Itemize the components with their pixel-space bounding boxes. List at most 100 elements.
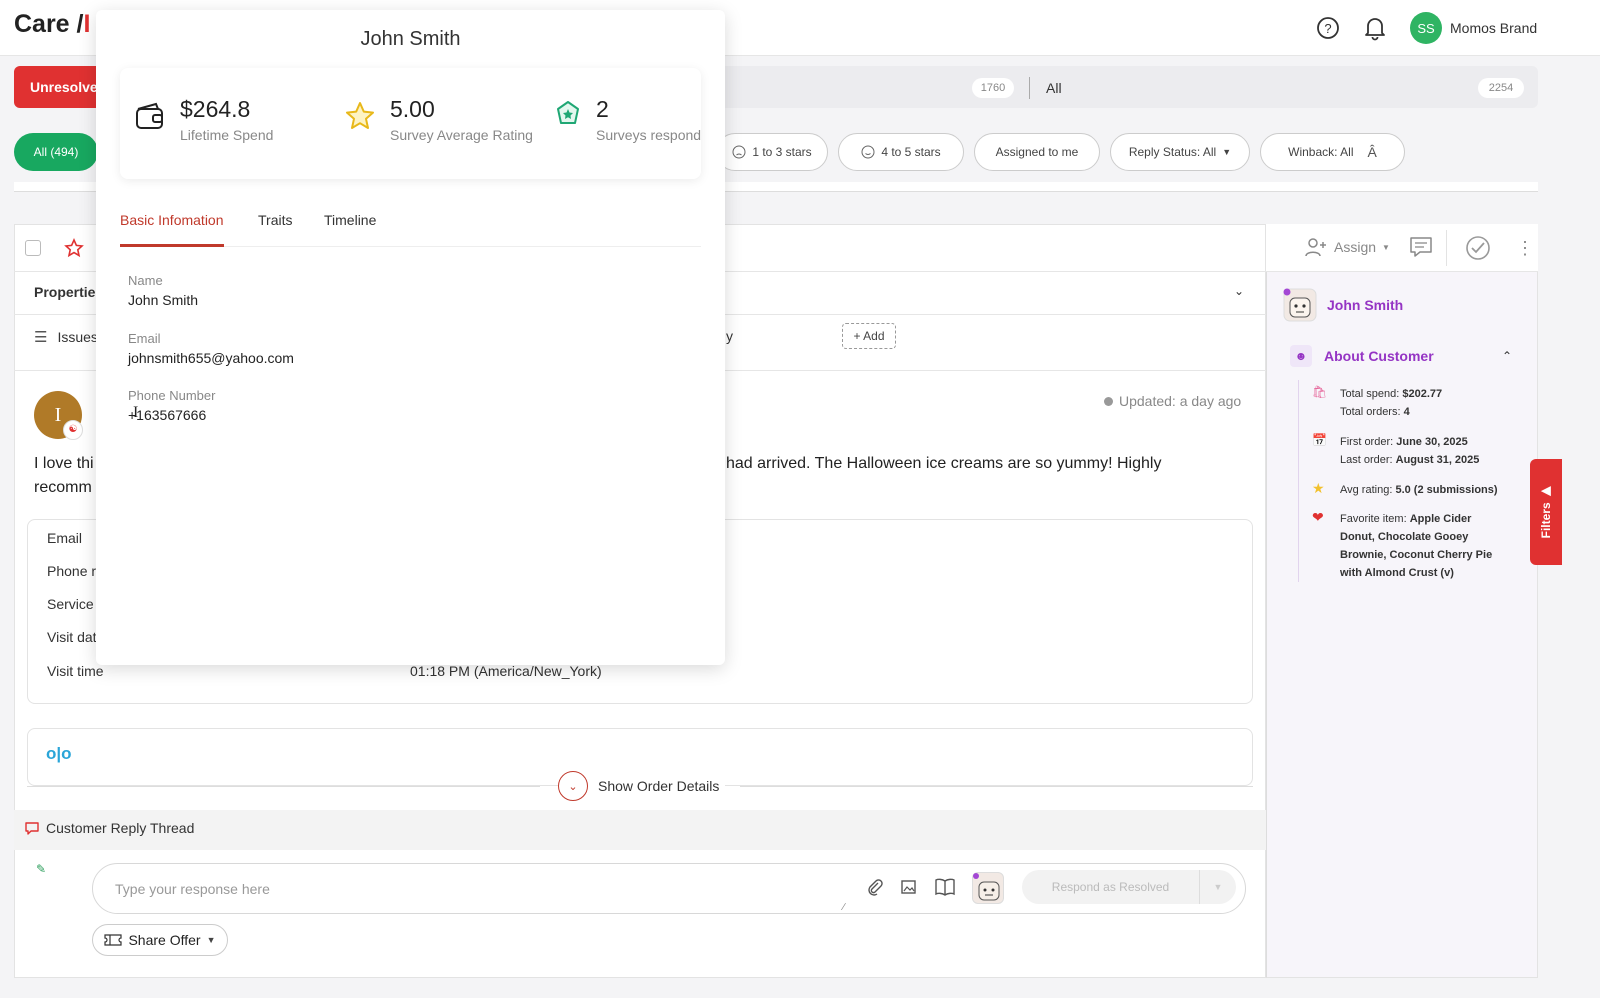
count-badge: 1760 [972,78,1014,98]
filters-side-tab[interactable]: Filters ▶ [1530,459,1562,565]
field-value: John Smith [128,292,199,308]
customer-name-link[interactable]: John Smith [1327,297,1403,313]
paperclip-icon [868,879,883,896]
star-icon: ★ [1312,480,1325,496]
book-icon [935,878,955,896]
filter-label: Reply Status: All [1128,145,1217,159]
detail-visit-time-label: Visit time [47,663,104,679]
detail-phone-label: Phone r [47,563,97,579]
toolbar-sep [1446,230,1447,266]
about-line-value: with Almond Crust (v) [1340,567,1454,579]
about-line-label: Total orders: [1340,406,1404,418]
detail-email-label: Email [47,530,83,546]
review-text-right: had arrived. The Halloween ice creams ar… [726,455,1162,472]
tab-timeline[interactable]: Timeline [324,212,376,228]
avatar: SS [1410,12,1442,44]
about-item-orders: 📅 First order: June 30, 2025 Last order:… [1312,433,1522,469]
respond-as-resolved-button[interactable]: Respond as Resolved ▼ [1022,870,1236,904]
show-order-details-button[interactable]: ⌄ Show Order Details [558,771,726,801]
image-icon [901,880,916,894]
account-menu[interactable]: SS Momos Brand [1410,12,1537,44]
about-item-favorite: ❤ Favorite item: Apple Cider Donut, Choc… [1312,509,1522,582]
stat-value: $264.8 [180,96,251,122]
select-checkbox[interactable] [25,240,41,256]
question-circle-icon: ? [1317,17,1339,39]
updated-text: Updated: a day ago [1119,393,1242,409]
properties-label[interactable]: Propertie [34,284,95,300]
customer-avatar [1283,288,1317,322]
filter-label: 4 to 5 stars [881,145,941,159]
filter-1-to-3-stars[interactable]: 1 to 3 stars [716,133,828,171]
filter-assigned-to-me[interactable]: Assigned to me [974,133,1100,171]
filter-label: Winback: All [1288,145,1354,159]
tab-traits[interactable]: Traits [258,212,292,228]
filter-reply-status[interactable]: Reply Status: All ▼ [1110,133,1250,171]
properties-chevron-icon[interactable]: ⌄ [1234,284,1244,298]
about-line-label: Avg rating: [1340,484,1396,496]
about-item-spend: 🛍 Total spend: $202.77 Total orders: 4 [1312,385,1522,421]
about-line-label: Favorite item: [1340,513,1410,525]
chat-bubble-icon [25,822,39,835]
detail-visit-time-value: 01:18 PM (America/New_York) [410,663,602,679]
resize-handle-icon[interactable]: ∕ [843,902,845,913]
filter-4-to-5-stars[interactable]: 4 to 5 stars [838,133,964,171]
assign-label: Assign [1334,239,1377,255]
field-label: Name [128,273,163,288]
stats-card: $264.8 Lifetime Spend 5.00 Survey Averag… [120,68,701,179]
issues-category-fragment: y [726,328,733,344]
smile-face-icon [861,145,875,159]
field-value: johnsmith655@yahoo.com [128,350,294,366]
order-line-left [27,786,540,787]
filter-winback[interactable]: Winback: All Â [1260,133,1405,171]
about-customer-title: About Customer [1324,348,1434,364]
response-input[interactable]: Type your response here [115,881,270,897]
respond-label: Respond as Resolved [1051,880,1170,894]
ai-assistant-button[interactable] [972,872,1004,904]
popover-title: John Smith [360,28,461,50]
stat-label: Survey Average Rating [390,127,533,143]
share-offer-button[interactable]: Share Offer ▼ [92,924,228,956]
insert-image-button[interactable] [900,878,918,899]
tab-all[interactable]: All [1046,80,1062,96]
user-card-icon: ☻ [1290,345,1312,367]
about-line-value: 5.0 (2 submissions) [1395,484,1498,496]
assign-button[interactable]: Assign ▼ [1304,236,1390,258]
heart-icon: ❤ [1312,509,1324,525]
field-value[interactable]: +163567666 [128,407,215,423]
about-line-value: $202.77 [1402,388,1443,400]
star-outline-icon [346,102,374,129]
sad-face-icon [732,145,746,159]
about-customer-header[interactable]: ☻ About Customer ⌃ [1290,343,1512,369]
knowledge-base-button[interactable] [934,877,956,900]
field-email: Email johnsmith655@yahoo.com [128,331,294,366]
resolve-button[interactable] [1464,234,1492,265]
chevron-down-icon: ▼ [1382,242,1390,252]
notifications-button[interactable] [1364,15,1386,41]
show-order-details-label: Show Order Details [598,778,720,794]
about-line-label: Total spend: [1340,388,1403,400]
about-line-value: Brownie, Coconut Cherry Pie [1340,549,1493,561]
attach-button[interactable] [866,878,884,899]
issues-row: ☰ Issues [34,328,98,346]
detail-service-label: Service [47,596,94,612]
review-text-left: I love thi [34,455,94,472]
chevron-down-icon: ▼ [206,935,216,945]
stat-label: Lifetime Spend [180,127,274,143]
tab-basic-information[interactable]: Basic Infomation [120,212,224,247]
about-line-label: Last order: [1340,454,1396,466]
about-line-label: First order: [1340,436,1397,448]
calendar-icon: 📅 [1312,433,1327,447]
breadcrumb-care[interactable]: Care / [14,10,83,38]
help-button[interactable]: ? [1316,16,1340,40]
stat-label: Surveys respond [596,127,701,143]
reply-thread-title: Customer Reply Thread [46,820,195,836]
svg-text:?: ? [1324,21,1331,36]
add-tag-button[interactable]: + Add [842,323,896,349]
detail-visit-date-label: Visit dat [47,629,97,645]
filter-all-chip[interactable]: All (494) [14,133,98,171]
note-button[interactable] [1408,234,1434,263]
reply-thread-header [14,810,1266,850]
chevron-down-icon[interactable]: ▼ [1200,882,1236,892]
about-line: Total spend: $202.77 [1340,385,1522,403]
more-options-icon[interactable]: ⋮ [1516,236,1534,260]
